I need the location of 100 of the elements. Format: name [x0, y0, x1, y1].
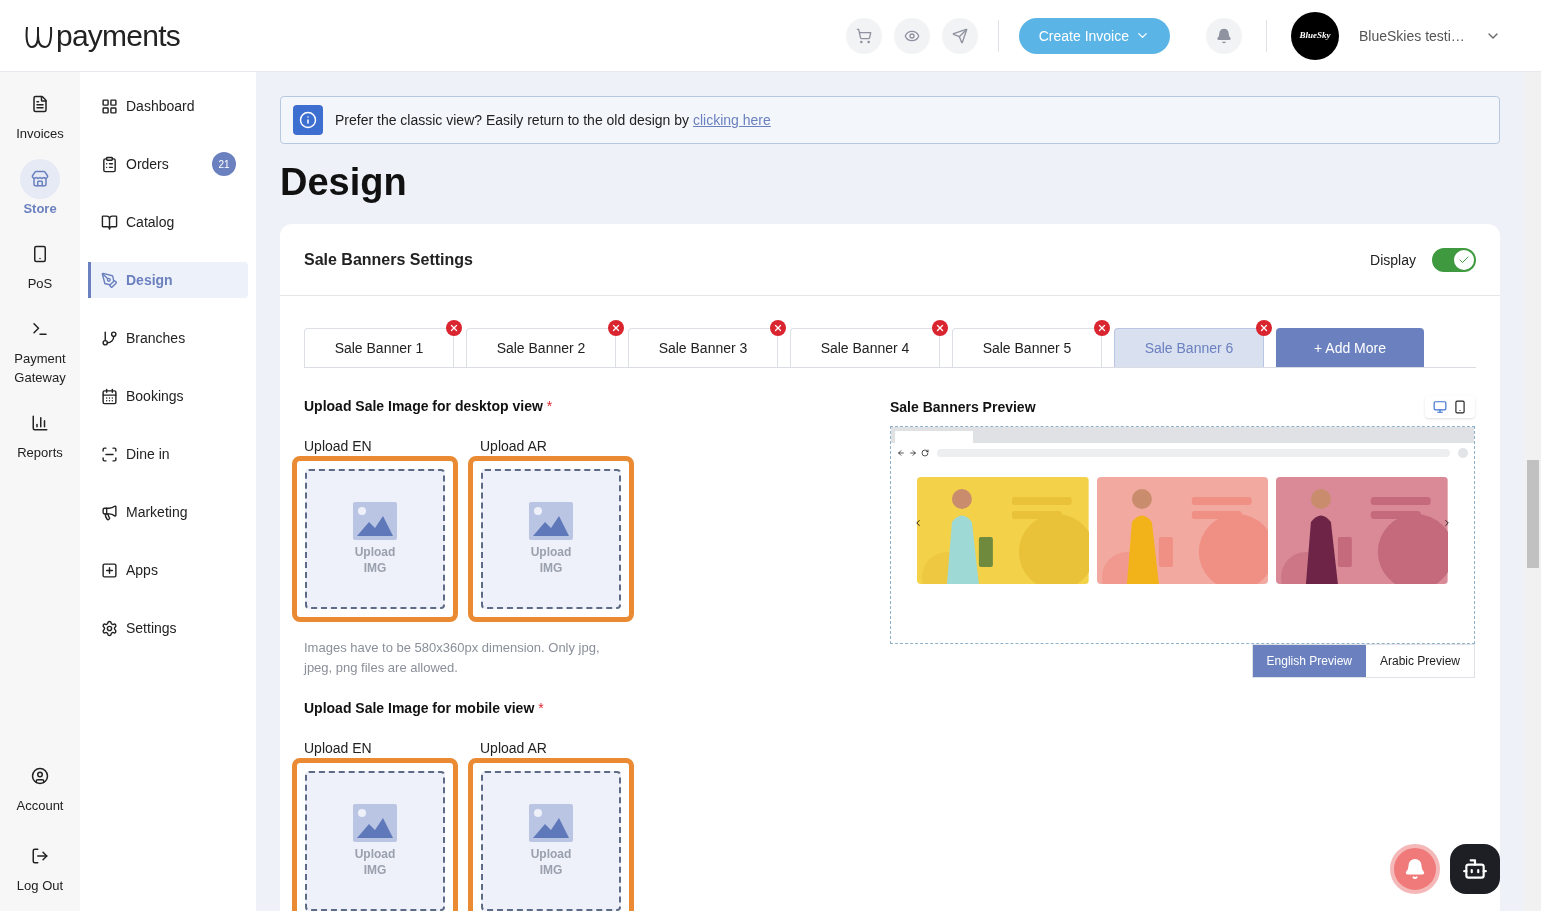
terminal-window-icon [31, 320, 49, 338]
cart-button[interactable] [845, 17, 882, 54]
pen-tool-icon [101, 271, 118, 289]
avatar-text: BlueSky [1299, 28, 1331, 42]
logo-text: payments [56, 20, 181, 51]
mobile-icon[interactable] [1453, 400, 1467, 414]
preview-title: Sale Banners Preview [890, 398, 1036, 417]
upload-text: Upload IMG [529, 846, 573, 878]
display-toggle[interactable] [1432, 247, 1476, 272]
add-more-button[interactable]: + Add More [1276, 328, 1424, 367]
display-label: Display [1370, 250, 1416, 270]
sidebar-item[interactable]: Settings [88, 610, 248, 646]
scrollbar-thumb[interactable] [1526, 460, 1539, 568]
upload-text: Upload IMG [353, 544, 397, 576]
language-tab[interactable]: English Preview [1252, 645, 1366, 677]
back-icon [897, 449, 905, 457]
upload-label: Upload AR [480, 437, 548, 456]
chart-icon [31, 414, 49, 432]
forward-icon [909, 449, 917, 457]
bot-icon [1462, 856, 1488, 882]
banner-tab[interactable]: Sale Banner 5 [952, 328, 1102, 367]
remove-tab-button[interactable] [932, 320, 948, 336]
image-icon [529, 804, 573, 842]
store-icon [31, 170, 49, 188]
close-icon [611, 323, 621, 333]
sidebar-item[interactable]: Branches [88, 320, 248, 356]
upload-hint: Images have to be 580x360px dimension. Only jpg, jpeg, png files are allowed. [304, 639, 601, 677]
remove-tab-button[interactable] [1256, 320, 1272, 336]
close-icon [1097, 323, 1107, 333]
sidebar-item[interactable]: Dine in [88, 436, 248, 472]
eye-button[interactable] [893, 17, 930, 54]
info-icon [299, 111, 317, 129]
required-mark: * [538, 699, 544, 718]
close-icon [935, 323, 945, 333]
book-icon [101, 213, 118, 231]
calendar-icon [101, 387, 118, 405]
upload-text: Upload IMG [353, 846, 397, 878]
account-icon [31, 767, 49, 785]
apps-icon [101, 561, 118, 579]
remove-tab-button[interactable] [446, 320, 462, 336]
close-icon [773, 323, 783, 333]
bell-icon [1216, 27, 1232, 44]
image-icon [353, 502, 397, 540]
banner-tab[interactable]: Sale Banner 3 [628, 328, 778, 367]
upload-label: Upload EN [304, 437, 373, 456]
send-button[interactable] [941, 17, 978, 54]
sidebar-item[interactable]: Catalog [88, 204, 248, 240]
upload-label: Upload EN [304, 739, 373, 758]
close-icon [1259, 323, 1269, 333]
upload-label: Upload AR [480, 739, 548, 758]
sidebar-item[interactable]: Marketing [88, 494, 248, 530]
page-title: Design [280, 160, 408, 204]
send-icon [951, 27, 968, 44]
rail-item[interactable]: Account [0, 756, 80, 816]
banner-tab[interactable]: Sale Banner 1 [304, 328, 454, 367]
remove-tab-button[interactable] [1094, 320, 1110, 336]
terminal-icon [31, 245, 49, 263]
next-icon[interactable] [1442, 518, 1452, 528]
upload-text: Upload IMG [529, 544, 573, 576]
clipboard-icon [101, 155, 118, 173]
sidebar-item[interactable]: Bookings [88, 378, 248, 414]
banner-tab[interactable]: Sale Banner 2 [466, 328, 616, 367]
notifications-button[interactable] [1206, 17, 1242, 54]
bell-icon [1404, 858, 1426, 880]
rail-item[interactable]: Invoices [0, 84, 80, 143]
settings-icon [101, 619, 118, 637]
rail-item[interactable]: Reports [0, 403, 80, 462]
image-icon [529, 502, 573, 540]
document-icon [31, 95, 49, 113]
required-mark: * [546, 397, 553, 416]
previous-icon[interactable] [913, 518, 923, 528]
count-badge: 21 [212, 152, 236, 176]
card-title: Sale Banners Settings [304, 249, 474, 270]
logout-icon [31, 846, 49, 865]
sidebar-item[interactable]: Orders 21 [88, 146, 248, 182]
desktop-icon[interactable] [1433, 400, 1447, 414]
rail-item[interactable]: Store [0, 159, 80, 218]
section-title: Upload Sale Image for desktop view [304, 397, 543, 416]
image-icon [353, 804, 397, 842]
cart-icon [855, 27, 872, 44]
reload-icon [921, 449, 929, 457]
megaphone-icon [101, 503, 118, 521]
banner-tab[interactable]: Sale Banner 4 [790, 328, 940, 367]
sidebar-item[interactable]: Dashboard [88, 88, 248, 124]
sidebar-item[interactable]: Apps [88, 552, 248, 588]
rail-item[interactable]: Payment Gateway [0, 309, 80, 387]
chat-widget[interactable] [1450, 844, 1500, 894]
close-icon [449, 323, 459, 333]
section-title: Upload Sale Image for mobile view [304, 699, 535, 718]
notice-text: Prefer the classic view? Easily return to the old design by clicking here [335, 111, 771, 130]
classic-view-link[interactable]: clicking here [692, 112, 771, 128]
scan-icon [101, 445, 118, 463]
rail-item[interactable]: Log Out [0, 835, 80, 895]
rail-item[interactable]: PoS [0, 234, 80, 293]
remove-tab-button[interactable] [608, 320, 624, 336]
avatar[interactable]: BlueSky [1291, 11, 1339, 60]
branch-icon [101, 329, 118, 347]
remove-tab-button[interactable] [770, 320, 786, 336]
grid-icon [101, 97, 118, 115]
account-name: BlueSkies testi… [1359, 26, 1466, 46]
